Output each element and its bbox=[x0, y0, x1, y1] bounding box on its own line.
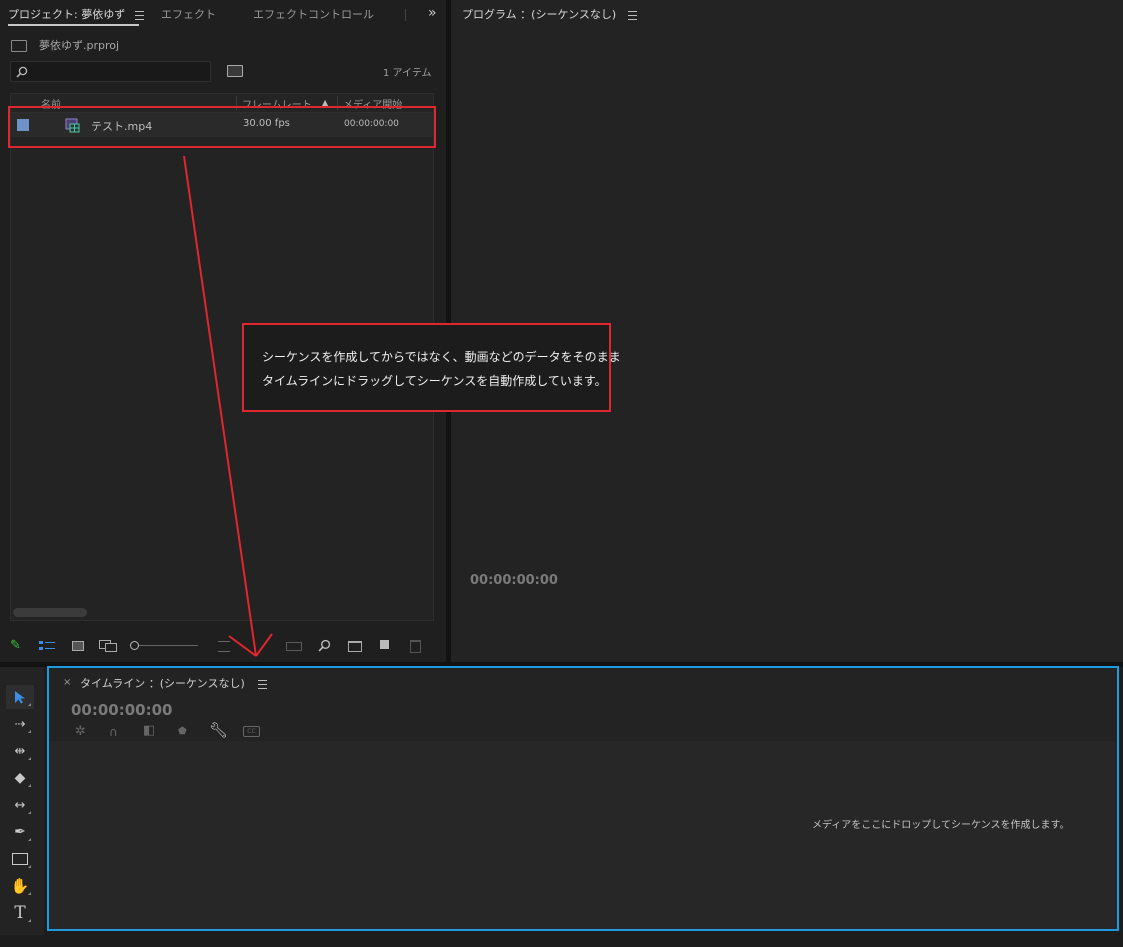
active-tab-underline bbox=[8, 24, 139, 26]
item-count: 1 アイテム bbox=[383, 68, 432, 79]
annotation-line-2: タイムラインにドラッグしてシーケンスを自動作成しています。 bbox=[262, 374, 607, 388]
annotation-callout: シーケンスを作成してからではなく、動画などのデータをそのまま タイムラインにドラ… bbox=[242, 323, 621, 412]
program-title: プログラム ：(シーケンスなし) bbox=[462, 8, 617, 21]
find-bin-icon[interactable] bbox=[227, 65, 243, 77]
zoom-slider-handle[interactable] bbox=[130, 641, 139, 650]
new-item-icon[interactable] bbox=[380, 640, 389, 649]
search-icon bbox=[16, 66, 28, 78]
zoom-slider[interactable] bbox=[130, 641, 198, 651]
tab-program[interactable]: プログラム ：(シーケンスなし) bbox=[462, 6, 637, 22]
panel-menu-icon[interactable] bbox=[627, 10, 637, 20]
icon-view-icon[interactable] bbox=[72, 641, 84, 651]
tab-project[interactable]: プロジェクト: 夢依ゆず bbox=[8, 6, 144, 22]
tab-separator bbox=[405, 9, 406, 21]
automate-to-sequence-icon[interactable] bbox=[286, 642, 302, 651]
hand-tool-icon[interactable]: ✋ bbox=[6, 874, 34, 898]
razor-tool-icon[interactable]: ◆ bbox=[6, 766, 34, 790]
double-chevron-right-icon[interactable]: » bbox=[428, 6, 437, 20]
sort-icon[interactable] bbox=[218, 641, 230, 652]
folder-icon bbox=[11, 40, 27, 52]
project-file-name: 夢依ゆず.prproj bbox=[39, 39, 120, 52]
blue-highlight-box bbox=[47, 666, 1119, 931]
program-timecode[interactable]: 00:00:00:00 bbox=[470, 573, 558, 588]
panel-menu-icon[interactable] bbox=[134, 10, 144, 20]
list-view-icon[interactable] bbox=[39, 641, 55, 650]
slip-tool-icon[interactable]: ↔ bbox=[6, 793, 34, 817]
trash-icon[interactable] bbox=[410, 640, 421, 653]
selection-tool-icon[interactable] bbox=[6, 685, 34, 709]
new-bin-icon[interactable] bbox=[348, 641, 362, 652]
tab-project-label: プロジェクト: 夢依ゆず bbox=[8, 8, 126, 21]
pencil-icon[interactable]: ✎ bbox=[10, 639, 21, 653]
type-tool-icon[interactable]: T bbox=[6, 901, 34, 925]
annotation-line-1: シーケンスを作成してからではなく、動画などのデータをそのまま bbox=[262, 350, 621, 364]
tab-effects[interactable]: エフェクト bbox=[161, 6, 216, 22]
red-highlight-box bbox=[8, 106, 436, 148]
freeform-view-icon[interactable] bbox=[99, 640, 117, 652]
pen-tool-icon[interactable]: ✒ bbox=[6, 820, 34, 844]
track-select-tool-icon[interactable]: ⇢ bbox=[6, 712, 34, 736]
horizontal-scrollbar[interactable] bbox=[13, 608, 87, 617]
ripple-edit-tool-icon[interactable]: ⇹ bbox=[6, 739, 34, 763]
rectangle-tool-icon[interactable] bbox=[6, 847, 34, 871]
tab-effect-controls[interactable]: エフェクトコントロール bbox=[253, 6, 374, 22]
tools-panel: ⇢ ⇹ ◆ ↔ ✒ ✋ T bbox=[0, 667, 44, 935]
search-input[interactable] bbox=[31, 63, 205, 80]
find-icon[interactable] bbox=[318, 639, 331, 652]
search-field[interactable] bbox=[10, 61, 211, 82]
